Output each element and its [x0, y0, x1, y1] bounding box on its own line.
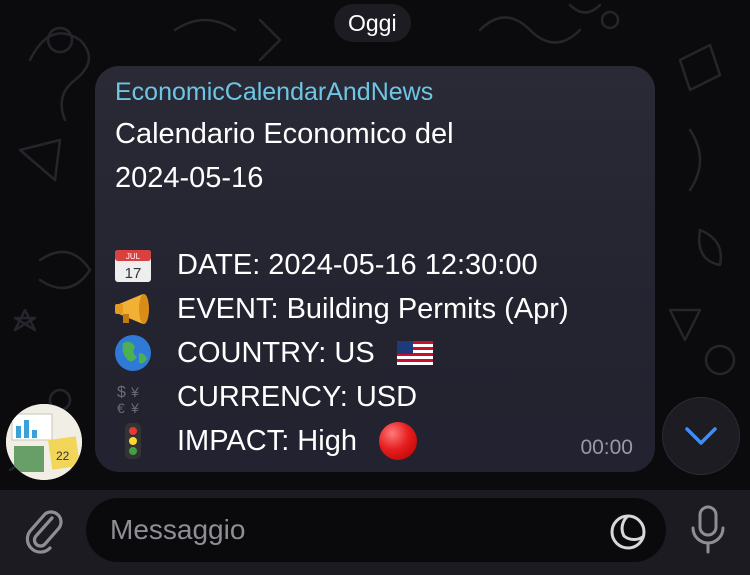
sticker-icon	[610, 514, 646, 550]
date-separator: Oggi	[334, 4, 411, 42]
date-row: JUL 17 DATE: 2024-05-16 12:30:00	[113, 246, 538, 284]
country-text: COUNTRY: US	[177, 336, 375, 369]
traffic-light-icon	[113, 422, 161, 460]
svg-text:€: €	[117, 400, 125, 416]
svg-text:17: 17	[125, 265, 142, 282]
calendar-icon: JUL 17	[113, 246, 161, 284]
event-row: EVENT: Building Permits (Apr)	[113, 290, 569, 328]
impact-row: IMPACT: High	[113, 422, 417, 460]
message-title-date: 2024-05-16	[115, 162, 264, 194]
svg-text:$: $	[117, 384, 126, 401]
currency-text: CURRENCY: USD	[177, 380, 418, 413]
message-time: 00:00	[580, 436, 633, 459]
attach-button[interactable]	[18, 504, 70, 556]
impact-text: IMPACT: High	[177, 424, 357, 457]
svg-text:22: 22	[56, 449, 70, 463]
event-text: EVENT: Building Permits (Apr)	[177, 292, 569, 325]
megaphone-icon	[113, 290, 161, 328]
svg-text:¥: ¥	[130, 400, 139, 416]
currency-row: $ ¥ € ¥ CURRENCY: USD	[113, 378, 418, 417]
sticker-button[interactable]	[606, 510, 650, 554]
scroll-down-button[interactable]	[662, 397, 740, 475]
avatar[interactable]: 22	[6, 404, 82, 480]
paperclip-icon	[25, 510, 63, 554]
microphone-icon	[691, 505, 725, 554]
country-row: COUNTRY: US	[113, 334, 433, 372]
chevron-down-icon	[685, 427, 717, 445]
svg-text:JUL: JUL	[126, 252, 141, 261]
us-flag-icon	[396, 341, 433, 365]
microphone-button[interactable]	[684, 502, 732, 558]
message-input[interactable]	[86, 498, 666, 562]
globe-icon	[113, 334, 161, 372]
red-circle-icon	[378, 422, 417, 460]
message-bubble[interactable]: EconomicCalendarAndNews Calendario Econo…	[95, 66, 655, 472]
sender-name[interactable]: EconomicCalendarAndNews	[115, 78, 433, 107]
currency-exchange-icon: $ ¥ € ¥	[113, 378, 161, 416]
message-title: Calendario Economico del	[115, 118, 454, 150]
date-text: DATE: 2024-05-16 12:30:00	[177, 248, 538, 281]
svg-text:¥: ¥	[130, 384, 139, 400]
